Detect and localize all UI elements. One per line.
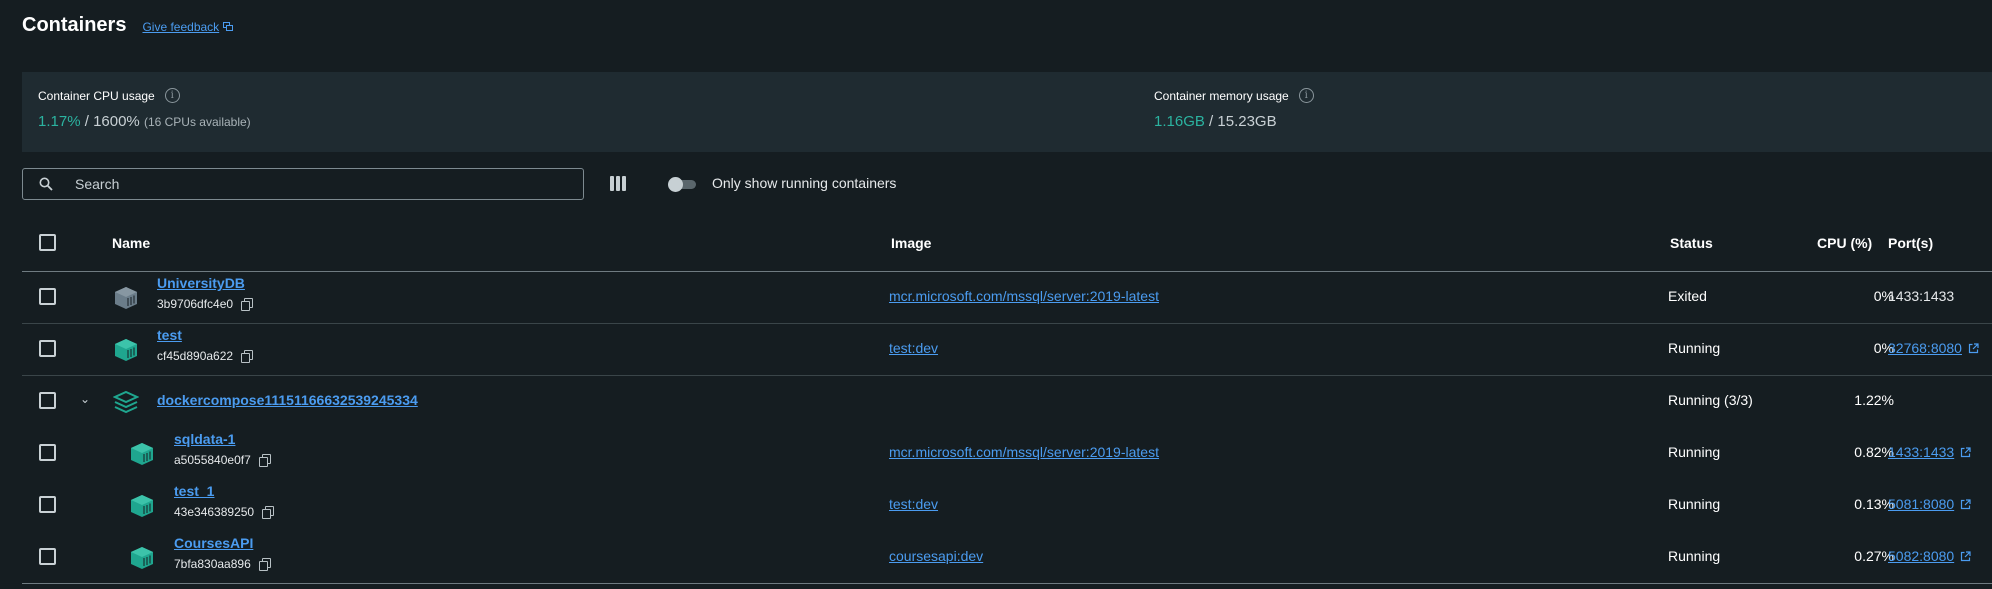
status-text: Running <box>1668 444 1721 460</box>
usage-stats-panel: Container CPU usage i 1.17% / 1600% (16 … <box>22 72 1992 152</box>
containers-table: Name Image Status CPU (%) Port(s) Univer… <box>22 222 1992 584</box>
container-id: 43e346389250 <box>174 505 255 519</box>
copy-icon[interactable] <box>258 558 271 571</box>
table-header: Name Image Status CPU (%) Port(s) <box>22 222 1992 272</box>
row-checkbox[interactable] <box>39 444 56 461</box>
container-icon <box>115 339 137 361</box>
status-text: Running (3/3) <box>1668 392 1753 408</box>
container-name-link[interactable]: test_1 <box>174 483 273 499</box>
page-title: Containers <box>22 14 127 36</box>
external-link-icon[interactable] <box>1968 342 1979 354</box>
compose-group-row[interactable]: ⌄ dockercompose11151166632539245334 Runn… <box>22 376 1992 428</box>
memory-usage-stat: Container memory usage i 1.16GB / 15.23G… <box>1154 88 1314 130</box>
select-all-checkbox[interactable] <box>39 234 56 251</box>
column-header-ports[interactable]: Port(s) <box>1888 235 1933 251</box>
copy-icon[interactable] <box>258 454 271 467</box>
external-link-icon[interactable] <box>1960 446 1971 458</box>
table-row[interactable]: UniversityDB 3b9706dfc4e0 mcr.microsoft.… <box>22 272 1992 324</box>
cpu-usage-stat: Container CPU usage i 1.17% / 1600% (16 … <box>38 88 251 130</box>
only-running-toggle[interactable] <box>668 177 696 192</box>
table-row[interactable]: CoursesAPI 7bfa830aa896 coursesapi:dev R… <box>22 532 1992 584</box>
external-link-icon[interactable] <box>1960 498 1971 510</box>
image-link[interactable]: test:dev <box>889 496 938 512</box>
memory-used: 1.16GB <box>1154 113 1205 130</box>
column-header-status[interactable]: Status <box>1670 235 1713 251</box>
image-link[interactable]: test:dev <box>889 340 938 356</box>
container-icon <box>131 495 153 517</box>
external-link-icon[interactable] <box>1960 550 1971 562</box>
port-link[interactable]: 32768:8080 <box>1888 340 1962 356</box>
search-input[interactable] <box>75 176 555 192</box>
cpu-used: 1.17% <box>38 113 81 130</box>
port-link[interactable]: 5082:8080 <box>1888 548 1954 564</box>
container-id: cf45d890a622 <box>157 349 234 363</box>
column-settings-icon[interactable] <box>610 176 626 191</box>
container-id: 3b9706dfc4e0 <box>157 297 234 311</box>
table-row[interactable]: sqldata-1 a5055840e0f7 mcr.microsoft.com… <box>22 428 1992 480</box>
memory-usage-value: 1.16GB / 15.23GB <box>1154 113 1277 130</box>
info-icon[interactable]: i <box>1298 88 1314 103</box>
column-header-cpu[interactable]: CPU (%) <box>1817 235 1872 251</box>
row-checkbox[interactable] <box>39 548 56 565</box>
status-text: Running <box>1668 548 1721 564</box>
cpu-value: 0% <box>1873 340 1894 356</box>
container-icon <box>131 443 153 465</box>
status-text: Exited <box>1668 288 1707 304</box>
cpu-value: 1.22% <box>1854 392 1894 408</box>
compose-group-name-link[interactable]: dockercompose11151166632539245334 <box>157 392 418 408</box>
container-name-link[interactable]: CoursesAPI <box>174 535 270 551</box>
cpu-value: 0.13% <box>1854 496 1894 512</box>
image-link[interactable]: mcr.microsoft.com/mssql/server:2019-late… <box>889 444 1159 460</box>
only-running-label: Only show running containers <box>712 175 897 191</box>
status-text: Running <box>1668 496 1721 512</box>
cpu-value: 0.82% <box>1854 444 1894 460</box>
cpu-value: 0% <box>1873 288 1894 304</box>
copy-icon[interactable] <box>241 350 254 363</box>
cpu-usage-label: Container CPU usage <box>38 88 155 103</box>
chevron-down-icon[interactable]: ⌄ <box>80 392 90 406</box>
container-name-link[interactable]: test <box>157 327 252 343</box>
cpu-value: 0.27% <box>1854 548 1894 564</box>
cpu-usage-value: 1.17% / 1600% (16 CPUs available) <box>38 113 251 130</box>
search-box[interactable] <box>22 168 584 200</box>
column-header-image[interactable]: Image <box>891 235 931 251</box>
cpu-note: (16 CPUs available) <box>143 115 251 129</box>
row-checkbox[interactable] <box>39 496 56 513</box>
container-name-link[interactable]: UniversityDB <box>157 275 252 291</box>
port-link[interactable]: 1433:1433 <box>1888 444 1954 460</box>
container-name-link[interactable]: sqldata-1 <box>174 431 270 447</box>
memory-total: 15.23GB <box>1217 113 1277 130</box>
compose-stack-icon <box>113 390 139 414</box>
table-row[interactable]: test cf45d890a622 test:dev Running 0% 32… <box>22 324 1992 376</box>
image-link[interactable]: coursesapi:dev <box>889 548 983 564</box>
container-id: a5055840e0f7 <box>174 453 251 467</box>
page-header: Containers Give feedback <box>22 14 234 37</box>
port-text: 1433:1433 <box>1888 288 1955 304</box>
row-checkbox[interactable] <box>39 340 56 357</box>
info-icon[interactable]: i <box>164 88 180 103</box>
feedback-icon <box>223 22 234 31</box>
copy-icon[interactable] <box>262 506 275 519</box>
give-feedback-label: Give feedback <box>142 20 220 34</box>
image-link[interactable]: mcr.microsoft.com/mssql/server:2019-late… <box>889 288 1159 304</box>
search-icon <box>39 177 53 191</box>
memory-usage-label: Container memory usage <box>1154 88 1289 103</box>
container-id: 7bfa830aa896 <box>174 557 251 571</box>
row-checkbox[interactable] <box>39 288 56 305</box>
give-feedback-link[interactable]: Give feedback <box>142 20 234 34</box>
column-header-name[interactable]: Name <box>112 235 150 251</box>
row-checkbox[interactable] <box>39 392 56 409</box>
container-icon <box>115 287 137 309</box>
copy-icon[interactable] <box>241 298 254 311</box>
port-link[interactable]: 5081:8080 <box>1888 496 1954 512</box>
cpu-total: 1600% <box>93 113 140 130</box>
table-row[interactable]: test_1 43e346389250 test:dev Running 0.1… <box>22 480 1992 532</box>
container-icon <box>131 547 153 569</box>
status-text: Running <box>1668 340 1721 356</box>
